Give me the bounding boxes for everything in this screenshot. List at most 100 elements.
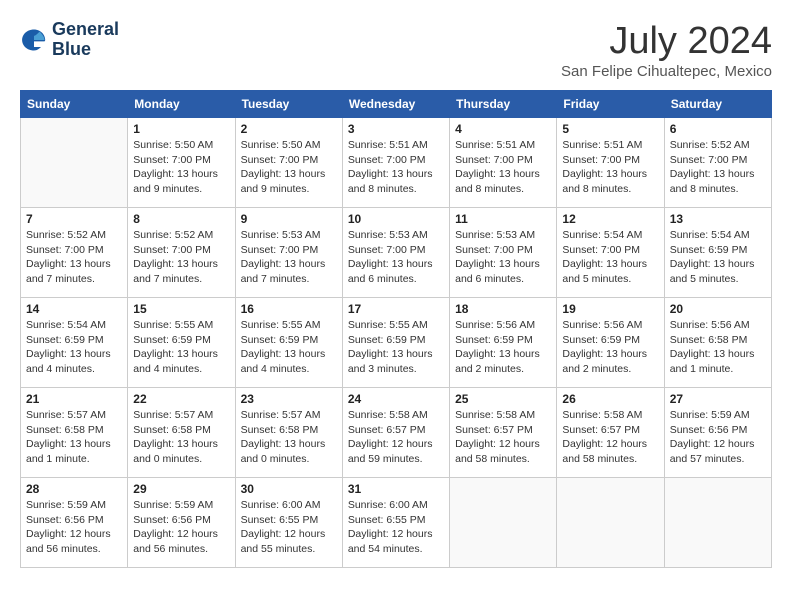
- day-number: 13: [670, 212, 766, 226]
- calendar-cell: 20 Sunrise: 5:56 AM Sunset: 6:58 PM Dayli…: [664, 298, 771, 388]
- header: General Blue July 2024 San Felipe Cihual…: [20, 20, 772, 80]
- calendar-cell: 17 Sunrise: 5:55 AM Sunset: 6:59 PM Dayli…: [342, 298, 449, 388]
- weekday-header-tuesday: Tuesday: [235, 91, 342, 118]
- calendar-cell: 11 Sunrise: 5:53 AM Sunset: 7:00 PM Dayli…: [450, 208, 557, 298]
- day-info: Sunrise: 5:54 AM Sunset: 6:59 PM Dayligh…: [670, 228, 766, 287]
- logo-text: General Blue: [52, 20, 119, 60]
- day-number: 15: [133, 302, 229, 316]
- calendar-header: SundayMondayTuesdayWednesdayThursdayFrid…: [21, 91, 772, 118]
- day-info: Sunrise: 5:54 AM Sunset: 7:00 PM Dayligh…: [562, 228, 658, 287]
- day-info: Sunrise: 5:56 AM Sunset: 6:58 PM Dayligh…: [670, 318, 766, 377]
- day-number: 17: [348, 302, 444, 316]
- logo: General Blue: [20, 20, 119, 60]
- calendar-cell: 16 Sunrise: 5:55 AM Sunset: 6:59 PM Dayli…: [235, 298, 342, 388]
- calendar-week-row: 7Sunrise: 5:52 AM Sunset: 7:00 PM Daylig…: [21, 208, 772, 298]
- calendar-week-row: 1 Sunrise: 5:50 AM Sunset: 7:00 PM Daylig…: [21, 118, 772, 208]
- day-info: Sunrise: 5:50 AM Sunset: 7:00 PM Dayligh…: [133, 138, 229, 197]
- calendar-cell: 27Sunrise: 5:59 AM Sunset: 6:56 PM Dayli…: [664, 388, 771, 478]
- month-year-title: July 2024: [561, 20, 772, 63]
- day-info: Sunrise: 5:55 AM Sunset: 6:59 PM Dayligh…: [241, 318, 337, 377]
- day-info: Sunrise: 5:56 AM Sunset: 6:59 PM Dayligh…: [562, 318, 658, 377]
- day-info: Sunrise: 6:00 AM Sunset: 6:55 PM Dayligh…: [348, 498, 444, 557]
- calendar-week-row: 14 Sunrise: 5:54 AM Sunset: 6:59 PM Dayli…: [21, 298, 772, 388]
- calendar-cell: 3Sunrise: 5:51 AM Sunset: 7:00 PM Daylig…: [342, 118, 449, 208]
- calendar-cell: 5 Sunrise: 5:51 AM Sunset: 7:00 PM Daylig…: [557, 118, 664, 208]
- weekday-header-saturday: Saturday: [664, 91, 771, 118]
- day-info: Sunrise: 5:52 AM Sunset: 7:00 PM Dayligh…: [26, 228, 122, 287]
- weekday-header-row: SundayMondayTuesdayWednesdayThursdayFrid…: [21, 91, 772, 118]
- day-number: 23: [241, 392, 337, 406]
- day-info: Sunrise: 5:57 AM Sunset: 6:58 PM Dayligh…: [133, 408, 229, 467]
- calendar-cell: 24 Sunrise: 5:58 AM Sunset: 6:57 PM Dayli…: [342, 388, 449, 478]
- calendar-cell: 10 Sunrise: 5:53 AM Sunset: 7:00 PM Dayli…: [342, 208, 449, 298]
- day-number: 14: [26, 302, 122, 316]
- calendar-cell: 4 Sunrise: 5:51 AM Sunset: 7:00 PM Daylig…: [450, 118, 557, 208]
- day-number: 22: [133, 392, 229, 406]
- day-number: 26: [562, 392, 658, 406]
- day-info: Sunrise: 5:53 AM Sunset: 7:00 PM Dayligh…: [241, 228, 337, 287]
- day-number: 31: [348, 482, 444, 496]
- day-info: Sunrise: 5:53 AM Sunset: 7:00 PM Dayligh…: [348, 228, 444, 287]
- calendar-cell: [450, 478, 557, 568]
- weekday-header-thursday: Thursday: [450, 91, 557, 118]
- day-info: Sunrise: 5:59 AM Sunset: 6:56 PM Dayligh…: [133, 498, 229, 557]
- day-info: Sunrise: 5:50 AM Sunset: 7:00 PM Dayligh…: [241, 138, 337, 197]
- calendar-cell: 7Sunrise: 5:52 AM Sunset: 7:00 PM Daylig…: [21, 208, 128, 298]
- day-info: Sunrise: 5:57 AM Sunset: 6:58 PM Dayligh…: [26, 408, 122, 467]
- day-number: 6: [670, 122, 766, 136]
- day-number: 4: [455, 122, 551, 136]
- day-info: Sunrise: 5:52 AM Sunset: 7:00 PM Dayligh…: [133, 228, 229, 287]
- day-number: 30: [241, 482, 337, 496]
- day-info: Sunrise: 5:58 AM Sunset: 6:57 PM Dayligh…: [348, 408, 444, 467]
- calendar-cell: 8 Sunrise: 5:52 AM Sunset: 7:00 PM Daylig…: [128, 208, 235, 298]
- day-number: 8: [133, 212, 229, 226]
- calendar-cell: 29 Sunrise: 5:59 AM Sunset: 6:56 PM Dayli…: [128, 478, 235, 568]
- calendar-cell: 30 Sunrise: 6:00 AM Sunset: 6:55 PM Dayli…: [235, 478, 342, 568]
- day-info: Sunrise: 5:58 AM Sunset: 6:57 PM Dayligh…: [455, 408, 551, 467]
- day-info: Sunrise: 5:58 AM Sunset: 6:57 PM Dayligh…: [562, 408, 658, 467]
- day-info: Sunrise: 5:51 AM Sunset: 7:00 PM Dayligh…: [562, 138, 658, 197]
- day-number: 28: [26, 482, 122, 496]
- calendar-cell: 22 Sunrise: 5:57 AM Sunset: 6:58 PM Dayli…: [128, 388, 235, 478]
- calendar-cell: 21 Sunrise: 5:57 AM Sunset: 6:58 PM Dayli…: [21, 388, 128, 478]
- calendar-cell: 1 Sunrise: 5:50 AM Sunset: 7:00 PM Daylig…: [128, 118, 235, 208]
- calendar-cell: 23Sunrise: 5:57 AM Sunset: 6:58 PM Dayli…: [235, 388, 342, 478]
- day-number: 10: [348, 212, 444, 226]
- day-info: Sunrise: 5:51 AM Sunset: 7:00 PM Dayligh…: [348, 138, 444, 197]
- calendar-body: 1 Sunrise: 5:50 AM Sunset: 7:00 PM Daylig…: [21, 118, 772, 568]
- calendar-cell: 9 Sunrise: 5:53 AM Sunset: 7:00 PM Daylig…: [235, 208, 342, 298]
- day-info: Sunrise: 6:00 AM Sunset: 6:55 PM Dayligh…: [241, 498, 337, 557]
- day-info: Sunrise: 5:55 AM Sunset: 6:59 PM Dayligh…: [133, 318, 229, 377]
- calendar-table: SundayMondayTuesdayWednesdayThursdayFrid…: [20, 90, 772, 568]
- day-number: 2: [241, 122, 337, 136]
- calendar-cell: 6 Sunrise: 5:52 AM Sunset: 7:00 PM Daylig…: [664, 118, 771, 208]
- day-info: Sunrise: 5:55 AM Sunset: 6:59 PM Dayligh…: [348, 318, 444, 377]
- day-number: 1: [133, 122, 229, 136]
- location-subtitle: San Felipe Cihualtepec, Mexico: [561, 63, 772, 80]
- day-number: 11: [455, 212, 551, 226]
- day-number: 9: [241, 212, 337, 226]
- weekday-header-wednesday: Wednesday: [342, 91, 449, 118]
- day-number: 29: [133, 482, 229, 496]
- calendar-cell: 19Sunrise: 5:56 AM Sunset: 6:59 PM Dayli…: [557, 298, 664, 388]
- calendar-cell: 26 Sunrise: 5:58 AM Sunset: 6:57 PM Dayli…: [557, 388, 664, 478]
- calendar-cell: 15 Sunrise: 5:55 AM Sunset: 6:59 PM Dayli…: [128, 298, 235, 388]
- calendar-cell: 31 Sunrise: 6:00 AM Sunset: 6:55 PM Dayli…: [342, 478, 449, 568]
- day-number: 21: [26, 392, 122, 406]
- weekday-header-sunday: Sunday: [21, 91, 128, 118]
- day-info: Sunrise: 5:59 AM Sunset: 6:56 PM Dayligh…: [670, 408, 766, 467]
- day-number: 5: [562, 122, 658, 136]
- day-number: 18: [455, 302, 551, 316]
- calendar-cell: 25Sunrise: 5:58 AM Sunset: 6:57 PM Dayli…: [450, 388, 557, 478]
- day-number: 24: [348, 392, 444, 406]
- day-number: 16: [241, 302, 337, 316]
- weekday-header-friday: Friday: [557, 91, 664, 118]
- day-info: Sunrise: 5:51 AM Sunset: 7:00 PM Dayligh…: [455, 138, 551, 197]
- day-number: 20: [670, 302, 766, 316]
- calendar-week-row: 21 Sunrise: 5:57 AM Sunset: 6:58 PM Dayli…: [21, 388, 772, 478]
- day-info: Sunrise: 5:52 AM Sunset: 7:00 PM Dayligh…: [670, 138, 766, 197]
- calendar-cell: 14 Sunrise: 5:54 AM Sunset: 6:59 PM Dayli…: [21, 298, 128, 388]
- day-info: Sunrise: 5:53 AM Sunset: 7:00 PM Dayligh…: [455, 228, 551, 287]
- day-info: Sunrise: 5:54 AM Sunset: 6:59 PM Dayligh…: [26, 318, 122, 377]
- calendar-cell: 2 Sunrise: 5:50 AM Sunset: 7:00 PM Daylig…: [235, 118, 342, 208]
